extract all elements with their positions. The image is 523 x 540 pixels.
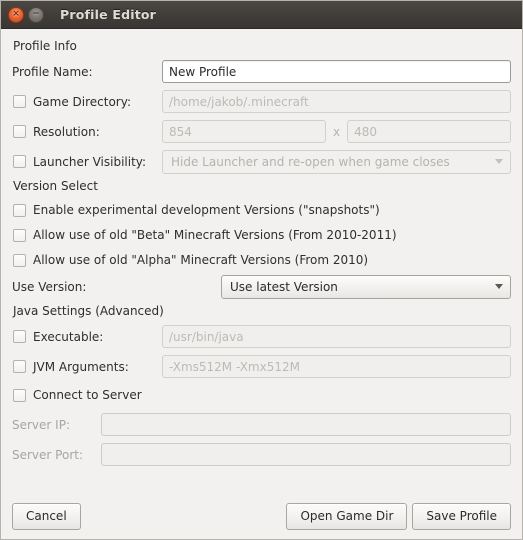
snapshots-checkbox[interactable] <box>13 203 26 217</box>
executable-label: Executable: <box>33 329 104 344</box>
section-profile-info-label: Profile Info <box>13 39 77 53</box>
window-title: Profile Editor <box>60 7 157 22</box>
beta-versions-checkbox[interactable] <box>13 228 26 242</box>
executable-placeholder: /usr/bin/java <box>169 329 244 344</box>
checkrow-connect-to-server[interactable]: Connect to Server <box>12 384 511 406</box>
resolution-label: Resolution: <box>33 124 100 139</box>
row-resolution: Resolution: 854 x 480 <box>12 119 512 144</box>
game-directory-label: Game Directory: <box>33 94 132 109</box>
chevron-down-icon <box>495 284 503 289</box>
alpha-versions-label: Allow use of old "Alpha" Minecraft Versi… <box>33 253 369 267</box>
profile-name-value: New Profile <box>169 64 237 79</box>
profile-name-input[interactable]: New Profile <box>162 60 511 83</box>
cancel-button[interactable]: Cancel <box>12 502 81 530</box>
launcher-visibility-label-cell: Launcher Visibility: <box>12 155 162 169</box>
row-game-directory: Game Directory: /home/jakob/.minecraft <box>12 89 511 114</box>
server-ip-label: Server IP: <box>12 417 70 432</box>
chevron-down-icon <box>495 159 503 164</box>
resolution-separator: x <box>332 124 341 139</box>
server-ip-input[interactable] <box>101 413 511 436</box>
game-directory-label-cell: Game Directory: <box>12 95 162 109</box>
section-version-select-label: Version Select <box>13 179 98 193</box>
row-server-port: Server Port: <box>12 442 511 467</box>
dialog-content: Profile Info Profile Name: New Profile G… <box>1 29 522 539</box>
use-version-dropdown[interactable]: Use latest Version <box>221 274 511 299</box>
dialog-footer: Cancel Open Game Dir Save Profile <box>1 492 522 539</box>
checkrow-snapshots[interactable]: Enable experimental development Versions… <box>12 199 511 221</box>
row-jvm-arguments: JVM Arguments: -Xms512M -Xmx512M <box>12 354 511 379</box>
launcher-visibility-checkbox[interactable] <box>13 155 26 168</box>
beta-versions-label: Allow use of old "Beta" Minecraft Versio… <box>33 228 397 242</box>
window-titlebar: × − Profile Editor <box>1 1 522 29</box>
connect-to-server-label: Connect to Server <box>33 388 142 402</box>
executable-checkbox[interactable] <box>13 330 26 343</box>
server-port-input[interactable] <box>101 443 511 466</box>
launcher-visibility-label: Launcher Visibility: <box>33 154 147 169</box>
resolution-checkbox[interactable] <box>13 125 26 138</box>
section-java-settings-label: Java Settings (Advanced) <box>13 304 164 318</box>
resolution-width-input[interactable]: 854 <box>162 120 326 143</box>
footer-right-buttons: Open Game Dir Save Profile <box>286 502 511 530</box>
row-launcher-visibility: Launcher Visibility: Hide Launcher and r… <box>12 149 511 174</box>
game-directory-placeholder: /home/jakob/.minecraft <box>169 94 309 109</box>
resolution-height-placeholder: 480 <box>354 124 377 139</box>
snapshots-label: Enable experimental development Versions… <box>33 203 380 217</box>
resolution-height-input[interactable]: 480 <box>347 120 512 143</box>
checkrow-beta-versions[interactable]: Allow use of old "Beta" Minecraft Versio… <box>12 224 511 246</box>
jvm-arguments-label: JVM Arguments: <box>33 359 129 374</box>
save-profile-button[interactable]: Save Profile <box>412 502 511 530</box>
profile-name-label: Profile Name: <box>12 64 93 79</box>
row-use-version: Use Version: Use latest Version <box>12 274 511 299</box>
use-version-label: Use Version: <box>12 279 87 294</box>
open-game-dir-button[interactable]: Open Game Dir <box>286 502 408 530</box>
jvm-arguments-placeholder: -Xms512M -Xmx512M <box>169 359 300 374</box>
launcher-visibility-value: Hide Launcher and re-open when game clos… <box>171 154 450 169</box>
jvm-arguments-label-cell: JVM Arguments: <box>12 360 162 374</box>
profile-editor-window: × − Profile Editor Profile Info Profile … <box>0 0 523 540</box>
resolution-width-placeholder: 854 <box>169 124 192 139</box>
profile-name-label-cell: Profile Name: <box>12 65 162 79</box>
server-port-label: Server Port: <box>12 447 83 462</box>
checkrow-alpha-versions[interactable]: Allow use of old "Alpha" Minecraft Versi… <box>12 249 511 271</box>
use-version-value: Use latest Version <box>230 279 338 294</box>
server-port-label-cell: Server Port: <box>12 448 101 462</box>
connect-to-server-checkbox[interactable] <box>13 388 26 402</box>
game-directory-input[interactable]: /home/jakob/.minecraft <box>162 90 511 113</box>
launcher-visibility-dropdown[interactable]: Hide Launcher and re-open when game clos… <box>162 149 511 174</box>
game-directory-checkbox[interactable] <box>13 95 26 108</box>
jvm-arguments-checkbox[interactable] <box>13 360 26 373</box>
alpha-versions-checkbox[interactable] <box>13 253 26 267</box>
executable-label-cell: Executable: <box>12 330 162 344</box>
minimize-icon[interactable]: − <box>28 6 44 23</box>
executable-input[interactable]: /usr/bin/java <box>162 325 511 348</box>
close-icon[interactable]: × <box>8 6 24 23</box>
jvm-arguments-input[interactable]: -Xms512M -Xmx512M <box>162 355 511 378</box>
server-ip-label-cell: Server IP: <box>12 418 101 432</box>
row-executable: Executable: /usr/bin/java <box>12 324 511 349</box>
resolution-label-cell: Resolution: <box>12 125 162 139</box>
use-version-label-cell: Use Version: <box>12 280 221 294</box>
row-server-ip: Server IP: <box>12 412 511 437</box>
row-profile-name: Profile Name: New Profile <box>12 59 511 84</box>
